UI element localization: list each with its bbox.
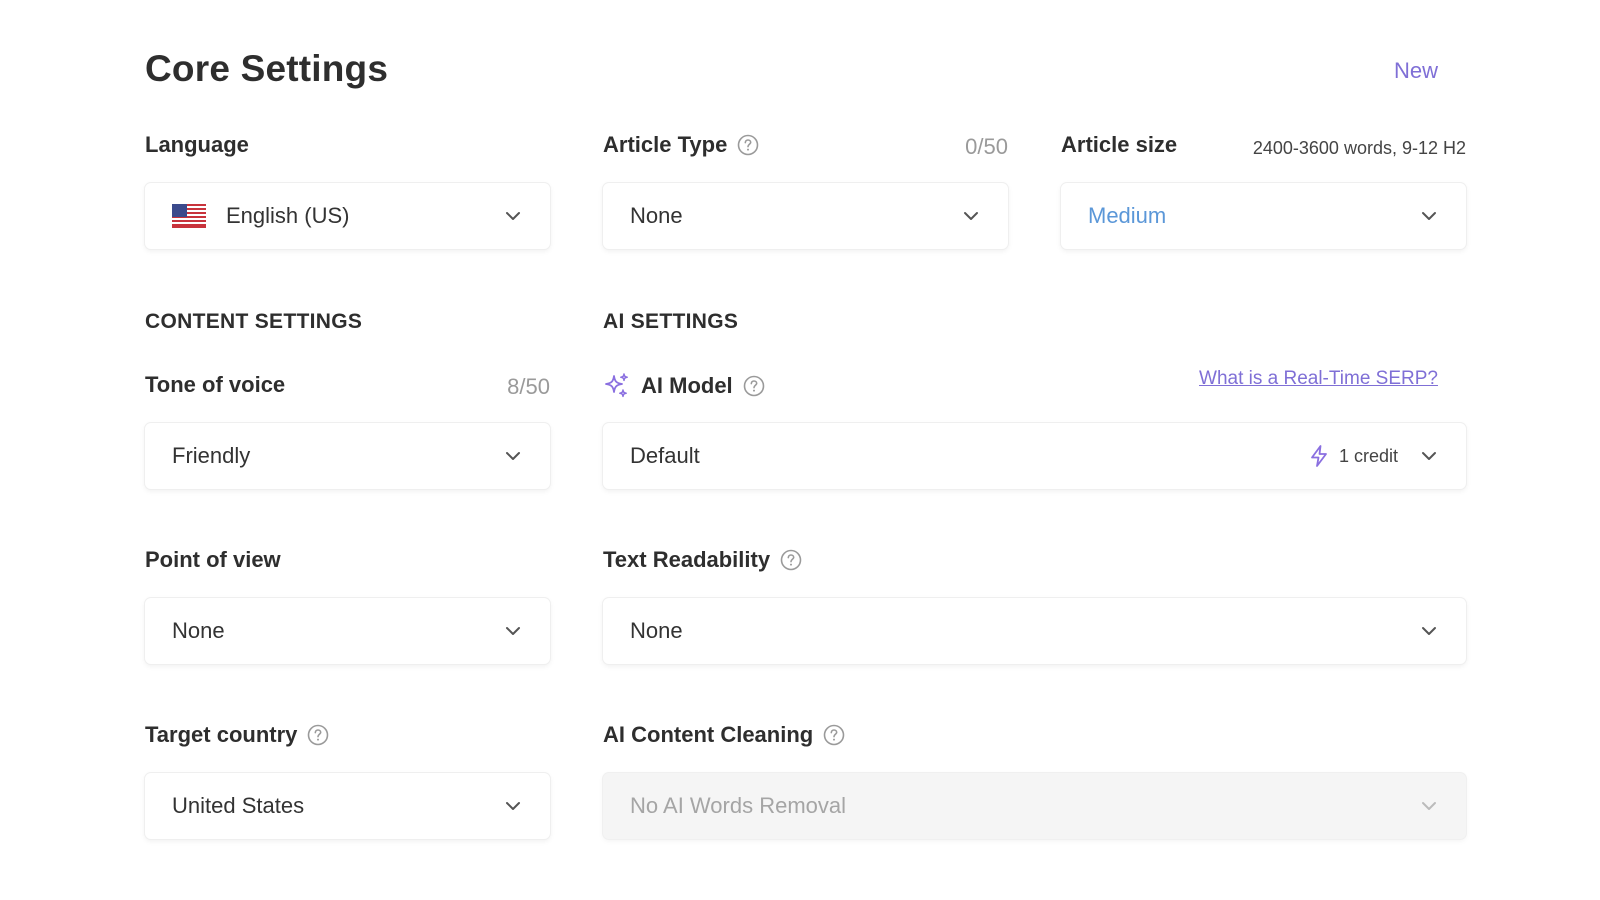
new-link[interactable]: New	[1394, 58, 1438, 84]
chevron-down-icon	[502, 205, 524, 227]
article-type-select[interactable]: None	[603, 183, 1008, 249]
tone-label: Tone of voice	[145, 372, 285, 398]
credit-badge: 1 credit	[1307, 444, 1398, 468]
article-size-label-text: Article size	[1061, 132, 1178, 157]
help-icon[interactable]	[823, 724, 845, 746]
article-size-label: Article size	[1061, 132, 1177, 158]
ai-model-label: AI Model	[603, 372, 765, 400]
readability-label-text: Text Readability	[603, 547, 771, 572]
point-of-view-select[interactable]: None	[145, 598, 550, 664]
language-select[interactable]: English (US)	[145, 183, 550, 249]
help-icon[interactable]	[307, 724, 329, 746]
chevron-down-icon	[502, 445, 524, 467]
ai-model-label-text: AI Model	[641, 373, 733, 398]
language-label-text: Language	[145, 132, 249, 157]
article-size-meta: 2400-3600 words, 9-12 H2	[1252, 138, 1466, 158]
credit-text: 1 credit	[1338, 445, 1398, 466]
target-country-value: United States	[172, 793, 305, 818]
ai-cleaning-value: No AI Words Removal	[630, 793, 847, 818]
readability-label: Text Readability	[603, 547, 802, 573]
lightning-icon	[1307, 444, 1331, 468]
chevron-down-icon	[960, 205, 982, 227]
page-title: Core Settings	[145, 48, 389, 89]
ai-model-select[interactable]: Default 1 credit	[603, 423, 1466, 489]
readability-value: None	[630, 618, 683, 643]
article-type-label: Article Type	[603, 132, 759, 158]
point-of-view-label: Point of view	[145, 547, 281, 573]
article-size-value: Medium	[1088, 203, 1167, 228]
chevron-down-icon	[1418, 620, 1440, 642]
ai-cleaning-label: AI Content Cleaning	[603, 722, 845, 748]
language-value: English (US)	[226, 203, 350, 228]
target-country-label: Target country	[145, 722, 329, 748]
article-size-select[interactable]: Medium	[1061, 183, 1466, 249]
ai-settings-heading: AI SETTINGS	[603, 310, 739, 333]
tone-select[interactable]: Friendly	[145, 423, 550, 489]
chevron-down-icon	[1418, 205, 1440, 227]
chevron-down-icon	[1418, 795, 1440, 817]
article-type-value: None	[630, 203, 683, 228]
real-time-serp-link[interactable]: What is a Real-Time SERP?	[1199, 368, 1438, 390]
sparkle-icon	[603, 372, 631, 400]
target-country-select[interactable]: United States	[145, 773, 550, 839]
point-of-view-value: None	[172, 618, 225, 643]
target-country-label-text: Target country	[145, 722, 298, 747]
chevron-down-icon	[1418, 445, 1440, 467]
language-label: Language	[145, 132, 249, 158]
chevron-down-icon	[502, 620, 524, 642]
article-type-counter: 0/50	[965, 134, 1008, 159]
tone-label-text: Tone of voice	[145, 372, 286, 397]
us-flag-icon	[172, 204, 206, 228]
ai-model-value: Default	[630, 443, 700, 468]
tone-counter: 8/50	[507, 374, 550, 399]
article-type-label-text: Article Type	[603, 132, 728, 157]
content-settings-heading: CONTENT SETTINGS	[145, 310, 363, 333]
readability-select[interactable]: None	[603, 598, 1466, 664]
tone-value: Friendly	[172, 443, 251, 468]
chevron-down-icon	[502, 795, 524, 817]
ai-cleaning-select[interactable]: No AI Words Removal	[603, 773, 1466, 839]
ai-cleaning-label-text: AI Content Cleaning	[603, 722, 814, 747]
point-of-view-label-text: Point of view	[145, 547, 281, 572]
help-icon[interactable]	[737, 134, 759, 156]
help-icon[interactable]	[743, 375, 765, 397]
help-icon[interactable]	[780, 549, 802, 571]
